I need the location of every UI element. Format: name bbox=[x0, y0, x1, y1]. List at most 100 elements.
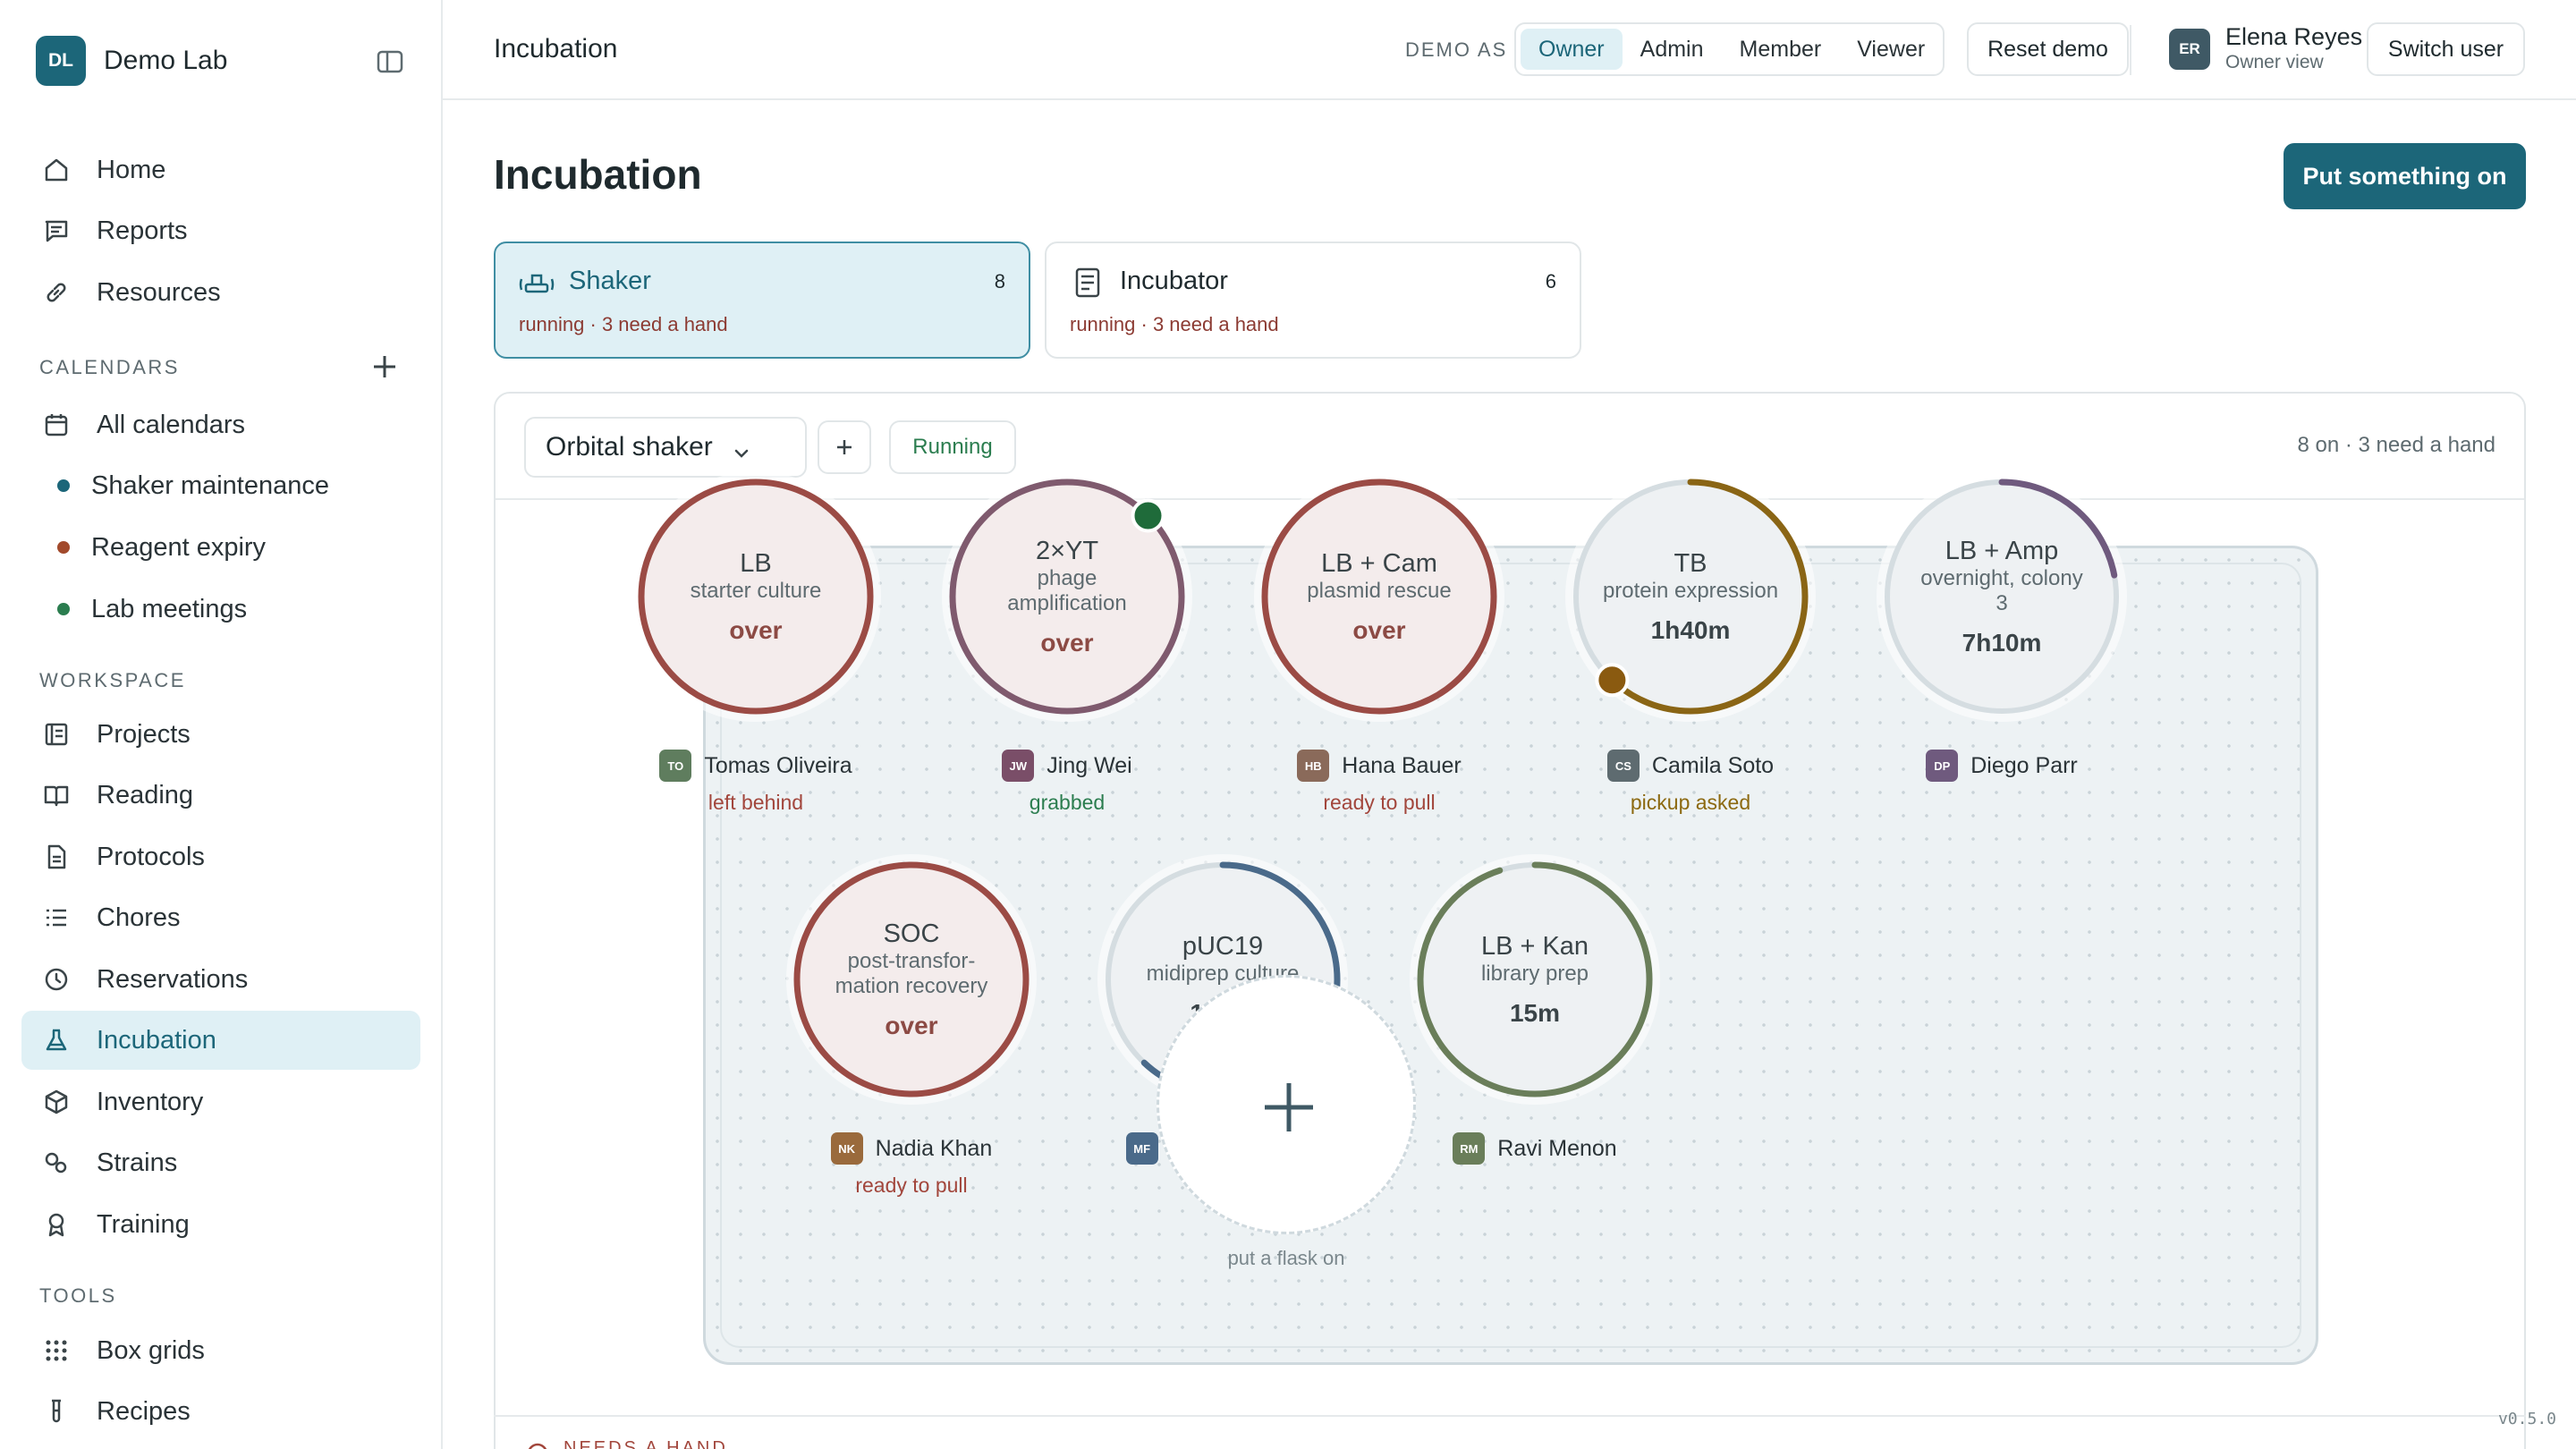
flask-owner: HB Hana Bauer bbox=[1250, 750, 1509, 782]
add-calendar-icon[interactable] bbox=[369, 351, 401, 383]
sidebar-item-resources[interactable]: Resources bbox=[21, 263, 420, 322]
sidebar-item-label: Reservations bbox=[97, 964, 249, 994]
sidebar-item-incubation[interactable]: Incubation bbox=[21, 1011, 420, 1070]
add-flask-button[interactable] bbox=[1157, 975, 1416, 1234]
flask-owner: NK Nadia Khan bbox=[782, 1132, 1041, 1165]
sidebar-item-reports[interactable]: Reports bbox=[21, 201, 420, 260]
sidebar-item-label: Projects bbox=[97, 719, 191, 749]
sidebar-item-home[interactable]: Home bbox=[21, 140, 420, 199]
owner-name: Ravi Menon bbox=[1497, 1135, 1617, 1161]
shaker-icon bbox=[519, 267, 555, 299]
owner-name: Hana Bauer bbox=[1342, 752, 1462, 778]
sidebar-item-label: Lab meetings bbox=[91, 594, 248, 623]
avatar: TO bbox=[659, 750, 692, 782]
section-label-workspace: WORKSPACE bbox=[39, 669, 186, 691]
panel-summary: 8 on · 3 need a hand bbox=[2297, 433, 2496, 457]
sidebar-item-label: Incubation bbox=[97, 1025, 216, 1055]
sidebar-item-inventory[interactable]: Inventory bbox=[21, 1072, 420, 1131]
sidebar-item-recipes[interactable]: Recipes bbox=[21, 1382, 420, 1441]
sidebar-item-reservations[interactable]: Reservations bbox=[21, 950, 420, 1009]
link-icon bbox=[41, 277, 72, 308]
sidebar-item-label: Reagent expiry bbox=[91, 532, 267, 562]
device-status: running · 3 need a hand bbox=[1070, 313, 1279, 335]
sidebar-item-projects[interactable]: Projects bbox=[21, 705, 420, 764]
divider bbox=[494, 1415, 2526, 1417]
flask-icon bbox=[41, 1025, 72, 1055]
avatar: JW bbox=[1002, 750, 1035, 782]
device-name: Incubator bbox=[1120, 267, 1228, 295]
add-device-button[interactable] bbox=[818, 420, 871, 474]
flask-status: ready to pull bbox=[1323, 791, 1436, 814]
device-name: Shaker bbox=[569, 267, 651, 295]
version-label: v0.5.0 bbox=[2497, 1410, 2556, 1428]
calendar-icon bbox=[41, 410, 72, 440]
sidebar-item-label: Box grids bbox=[97, 1335, 205, 1365]
running-status-badge[interactable]: Running bbox=[889, 420, 1016, 474]
sidebar-item-shaker-maintenance[interactable]: Shaker maintenance bbox=[21, 456, 420, 515]
page-title: Incubation bbox=[494, 151, 702, 198]
sidebar-item-all-calendars[interactable]: All calendars bbox=[21, 395, 420, 454]
box-icon bbox=[41, 1087, 72, 1117]
role-owner-button[interactable]: Owner bbox=[1521, 29, 1623, 70]
sidebar-item-chores[interactable]: Chores bbox=[21, 888, 420, 947]
award-icon bbox=[41, 1209, 72, 1240]
owner-name: Tomas Oliveira bbox=[704, 752, 852, 778]
flask-status: grabbed bbox=[1029, 791, 1106, 814]
sidebar-item-protocols[interactable]: Protocols bbox=[21, 827, 420, 886]
device-card-incubator[interactable]: Incubator 6 running · 3 need a hand bbox=[1045, 242, 1581, 359]
put-something-on-button[interactable]: Put something on bbox=[2284, 143, 2526, 209]
flask-purpose: post-transfor-mation recovery bbox=[835, 948, 988, 998]
flask-medium: LB + Cam bbox=[1321, 548, 1437, 578]
flask-medium: LB + Amp bbox=[1945, 536, 2059, 565]
section-label-calendars: CALENDARS bbox=[39, 356, 180, 378]
clock-icon bbox=[41, 964, 72, 995]
calendar-color-dot bbox=[57, 479, 70, 492]
brand-logo: DL bbox=[36, 36, 86, 86]
device-card-shaker[interactable]: Shaker 8 running · 3 need a hand bbox=[494, 242, 1030, 359]
avatar: NK bbox=[830, 1132, 863, 1165]
calendar-color-dot bbox=[57, 603, 70, 615]
flask-purpose: phage amplification bbox=[1007, 565, 1127, 615]
role-member-button[interactable]: Member bbox=[1722, 29, 1840, 70]
chevron-down-icon bbox=[732, 440, 751, 470]
device-count: 8 bbox=[994, 270, 1005, 292]
projects-icon bbox=[41, 719, 72, 750]
home-icon bbox=[41, 155, 72, 185]
flask-medium: pUC19 bbox=[1182, 931, 1264, 961]
sidebar-item-box-grids[interactable]: Box grids bbox=[21, 1321, 420, 1380]
flask-purpose: plasmid rescue bbox=[1307, 578, 1452, 603]
flask-owner: RM Ravi Menon bbox=[1405, 1132, 1665, 1165]
sidebar-item-reagent-expiry[interactable]: Reagent expiry bbox=[21, 518, 420, 577]
avatar[interactable]: ER bbox=[2169, 29, 2210, 70]
avatar: RM bbox=[1453, 1132, 1486, 1165]
reset-demo-button[interactable]: Reset demo bbox=[1967, 22, 2129, 76]
book-icon bbox=[41, 780, 72, 810]
role-admin-button[interactable]: Admin bbox=[1623, 29, 1722, 70]
brand[interactable]: DL Demo Lab bbox=[36, 36, 227, 86]
flask-time-remaining: 7h10m bbox=[1962, 628, 2042, 657]
brand-name: Demo Lab bbox=[104, 46, 228, 75]
sidebar-item-label: Reading bbox=[97, 780, 194, 809]
sidebar-item-label: Strains bbox=[97, 1148, 178, 1177]
sidebar-item-label: All calendars bbox=[97, 410, 246, 439]
flask-time-remaining: over bbox=[1040, 628, 1094, 657]
sidebar-item-reading[interactable]: Reading bbox=[21, 766, 420, 825]
sidebar-item-label: Resources bbox=[97, 277, 221, 307]
owner-name: Camila Soto bbox=[1651, 752, 1775, 778]
document-icon bbox=[41, 842, 72, 872]
tube-icon bbox=[41, 1396, 72, 1427]
sidebar-item-label: Chores bbox=[97, 902, 181, 932]
sidebar-item-strains[interactable]: Strains bbox=[21, 1133, 420, 1192]
device-select-value: Orbital shaker bbox=[546, 432, 713, 462]
role-viewer-button[interactable]: Viewer bbox=[1839, 29, 1943, 70]
avatar: HB bbox=[1297, 750, 1330, 782]
sidebar-item-label: Training bbox=[97, 1209, 190, 1239]
switch-user-button[interactable]: Switch user bbox=[2367, 22, 2525, 76]
needs-a-hand-heading: NEEDS A HAND bbox=[564, 1438, 728, 1449]
incubator-icon bbox=[1070, 267, 1106, 299]
sidebar-item-training[interactable]: Training bbox=[21, 1195, 420, 1254]
sidebar-toggle-icon[interactable] bbox=[376, 48, 406, 75]
sidebar-item-lab-meetings[interactable]: Lab meetings bbox=[21, 580, 420, 639]
sidebar-item-label: Recipes bbox=[97, 1396, 191, 1426]
flask-time-remaining: 1h40m bbox=[1650, 615, 1731, 644]
